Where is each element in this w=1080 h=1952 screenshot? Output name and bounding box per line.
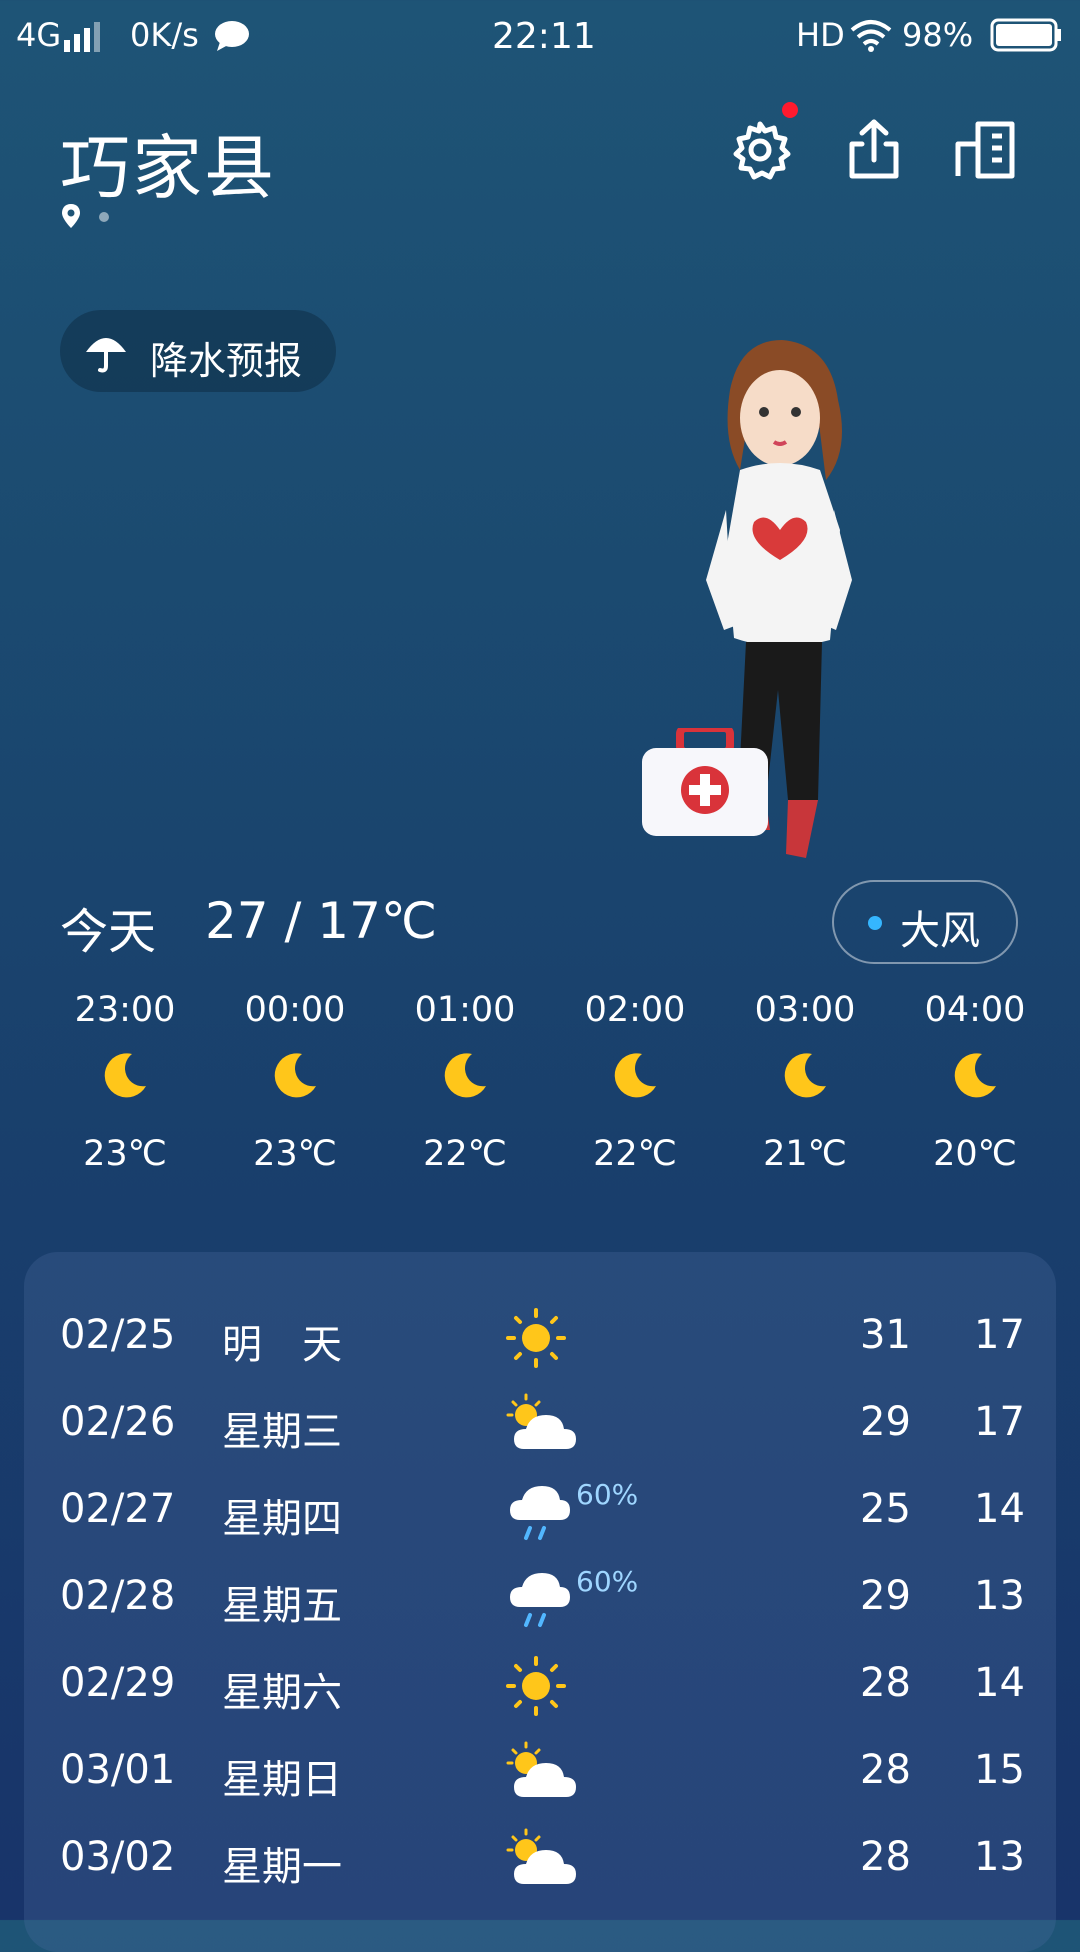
daily-high: 28 xyxy=(860,1660,911,1706)
hour-time: 23:00 xyxy=(74,990,176,1030)
daily-high: 28 xyxy=(860,1747,911,1793)
daily-high: 25 xyxy=(860,1486,911,1532)
daily-pop: 60% xyxy=(576,1565,639,1598)
city-list-icon[interactable] xyxy=(954,118,1018,182)
battery-icon xyxy=(990,18,1061,52)
battery-percent: 98% xyxy=(902,16,974,54)
hour-time: 02:00 xyxy=(584,990,686,1030)
gear-icon[interactable] xyxy=(728,118,792,182)
daily-pop: 60% xyxy=(576,1478,639,1511)
daily-low: 14 xyxy=(974,1660,1025,1706)
first-aid-kit-icon xyxy=(642,728,768,836)
moon-icon xyxy=(274,1053,316,1098)
today-range: 27 / 17℃ xyxy=(205,892,438,950)
hour-temp: 20℃ xyxy=(933,1134,1017,1174)
today-summary: 今天 27 / 17℃ xyxy=(60,892,437,962)
daily-day: 星期日 xyxy=(222,1757,342,1803)
daily-date: 03/02 xyxy=(60,1834,176,1880)
signal-icon xyxy=(64,22,100,52)
city-title[interactable]: 巧家县 xyxy=(60,112,276,213)
daily-low: 17 xyxy=(974,1312,1025,1358)
hour-time: 00:00 xyxy=(244,990,346,1030)
status-bar: 4G 0K/s 22:11 HD 98% xyxy=(0,0,1080,72)
daily-high: 29 xyxy=(860,1399,911,1445)
daily-row[interactable]: 02/26 星期三 29 17 xyxy=(24,1383,1056,1469)
daily-low: 13 xyxy=(974,1834,1025,1880)
location-pin-icon xyxy=(62,204,80,228)
daily-low: 13 xyxy=(974,1573,1025,1619)
daily-row[interactable]: 03/01 星期日 28 15 xyxy=(24,1731,1056,1817)
moon-icon xyxy=(784,1053,826,1098)
wifi-icon xyxy=(850,20,892,52)
daily-low: 17 xyxy=(974,1399,1025,1445)
daily-row[interactable]: 02/25 明 天 31 17 xyxy=(24,1296,1056,1382)
clock: 22:11 xyxy=(492,16,596,57)
hour-temp: 21℃ xyxy=(763,1134,847,1174)
settings-badge xyxy=(782,102,798,118)
daily-day: 明 天 xyxy=(222,1322,342,1368)
daily-day: 星期五 xyxy=(222,1583,342,1629)
precip-forecast-label: 降水预报 xyxy=(150,339,303,383)
daily-row[interactable]: 02/29 星期六 28 14 xyxy=(24,1644,1056,1730)
wind-alert-badge[interactable]: 大风 xyxy=(832,880,1018,964)
hour-temp: 22℃ xyxy=(423,1134,507,1174)
location-indicator xyxy=(62,204,111,232)
partly-cloudy-icon xyxy=(506,1828,576,1884)
moon-icon xyxy=(444,1053,486,1098)
daily-row[interactable]: 03/02 星期一 28 13 xyxy=(24,1818,1056,1904)
daily-date: 02/25 xyxy=(60,1312,176,1358)
precip-forecast-button[interactable]: 降水预报 xyxy=(60,310,336,392)
network-type: 4G xyxy=(16,16,62,54)
daily-date: 03/01 xyxy=(60,1747,176,1793)
daily-date: 02/26 xyxy=(60,1399,176,1445)
daily-high: 29 xyxy=(860,1573,911,1619)
daily-low: 14 xyxy=(974,1486,1025,1532)
hour-time: 03:00 xyxy=(754,990,856,1030)
hour-temp: 22℃ xyxy=(593,1134,677,1174)
daily-forecast-card[interactable]: 02/25 明 天 31 17 02/26 星期三 29 17 02/27 星期 xyxy=(24,1252,1056,1952)
daily-day: 星期六 xyxy=(222,1670,342,1716)
daily-low: 15 xyxy=(974,1747,1025,1793)
daily-high: 31 xyxy=(860,1312,911,1358)
hour-time: 01:00 xyxy=(414,990,516,1030)
daily-row[interactable]: 02/28 星期五 60% 29 13 xyxy=(24,1557,1056,1643)
hd-indicator: HD xyxy=(796,16,845,54)
wind-alert-label: 大风 xyxy=(900,908,980,954)
partly-cloudy-icon xyxy=(506,1393,576,1449)
moon-icon xyxy=(614,1053,656,1098)
hour-temp: 23℃ xyxy=(253,1134,337,1174)
daily-date: 02/27 xyxy=(60,1486,176,1532)
sun-icon xyxy=(506,1656,566,1716)
network-speed: 0K/s xyxy=(130,16,199,54)
message-icon xyxy=(215,21,249,51)
moon-icon xyxy=(104,1053,146,1098)
daily-high: 28 xyxy=(860,1834,911,1880)
daily-date: 02/29 xyxy=(60,1660,176,1706)
daily-day: 星期一 xyxy=(222,1844,342,1890)
daily-date: 02/28 xyxy=(60,1573,176,1619)
partly-cloudy-icon xyxy=(506,1741,576,1797)
daily-day: 星期三 xyxy=(222,1409,342,1455)
daily-day: 星期四 xyxy=(222,1496,342,1542)
daily-row[interactable]: 02/27 星期四 60% 25 14 xyxy=(24,1470,1056,1556)
share-icon[interactable] xyxy=(842,118,906,182)
page-dot-icon xyxy=(99,212,110,222)
sun-icon xyxy=(506,1308,566,1368)
wind-alert-dot xyxy=(868,916,882,930)
hour-temp: 23℃ xyxy=(83,1134,167,1174)
hour-time: 04:00 xyxy=(924,990,1026,1030)
moon-icon xyxy=(954,1053,996,1098)
today-label: 今天 xyxy=(60,904,157,960)
umbrella-icon xyxy=(86,338,126,373)
